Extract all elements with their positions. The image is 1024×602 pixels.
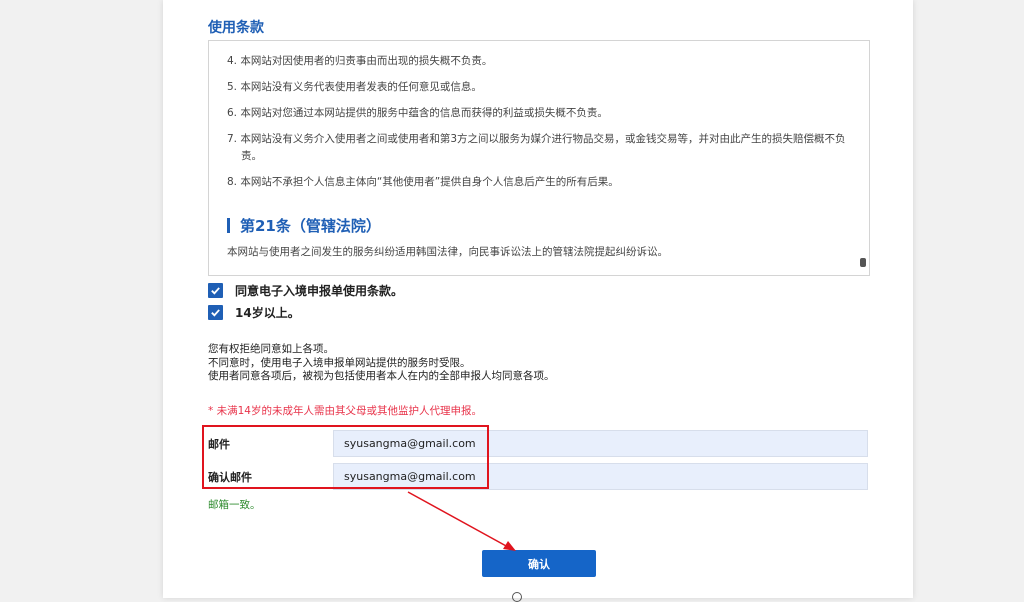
terms-list: 4. 本网站对因使用者的归责事由而出现的损失概不负责。 5. 本网站没有义务代表… [227, 53, 847, 200]
term-item-5: 5. 本网站没有义务代表使用者发表的任何意见或信息。 [227, 81, 482, 93]
notice-line-3: 使用者同意各项后，被视为包括使用者本人在内的全部申报人均同意各项。 [208, 370, 555, 382]
term-item-7: 7. 本网站没有义务介入使用者之间或使用者和第3方之间以服务为媒介进行物品交易，… [227, 133, 846, 162]
article-heading: 第21条（管辖法院） [227, 215, 381, 236]
agree-terms-row[interactable]: 同意电子入境申报单使用条款。 [208, 282, 403, 299]
age-14-label: 14岁以上。 [235, 306, 300, 320]
consent-notice: 您有权拒绝同意如上各项。 不同意时，使用电子入境申报单网站提供的服务时受限。 使… [208, 343, 555, 384]
help-icon[interactable] [512, 592, 522, 602]
term-item-4: 4. 本网站对因使用者的归责事由而出现的损失概不负责。 [227, 55, 493, 67]
terms-scroll-box[interactable]: 4. 本网站对因使用者的归责事由而出现的损失概不负责。 5. 本网站没有义务代表… [208, 40, 870, 276]
notice-line-1: 您有权拒绝同意如上各项。 [208, 343, 334, 355]
article-title: 第21条（管辖法院） [240, 217, 381, 235]
check-icon [211, 287, 220, 295]
agree-terms-checkbox[interactable] [208, 283, 223, 298]
check-icon [211, 309, 220, 317]
minor-warning: * 未满14岁的未成年人需由其父母或其他监护人代理申报。 [208, 405, 482, 417]
article-body: 本网站与使用者之间发生的服务纠纷适用韩国法律，向民事诉讼法上的管辖法院提起纠纷诉… [227, 246, 668, 258]
term-item-6: 6. 本网站对您通过本网站提供的服务中蕴含的信息而获得的利益或损失概不负责。 [227, 107, 608, 119]
age-14-checkbox[interactable] [208, 305, 223, 320]
term-item-8: 8. 本网站不承担个人信息主体向“其他使用者”提供自身个人信息后产生的所有后果。 [227, 176, 619, 188]
email-match-message: 邮箱一致。 [208, 499, 261, 511]
page-container: 使用条款 4. 本网站对因使用者的归责事由而出现的损失概不负责。 5. 本网站没… [163, 0, 913, 598]
age-14-row[interactable]: 14岁以上。 [208, 304, 300, 321]
terms-section-title: 使用条款 [208, 20, 264, 36]
heading-bar-icon [227, 218, 230, 233]
agree-terms-label: 同意电子入境申报单使用条款。 [235, 284, 404, 298]
annotation-highlight-box [202, 425, 489, 489]
scrollbar-thumb[interactable] [860, 258, 866, 267]
notice-line-2: 不同意时，使用电子入境申报单网站提供的服务时受限。 [208, 356, 471, 369]
confirm-button[interactable]: 确认 [482, 550, 596, 577]
